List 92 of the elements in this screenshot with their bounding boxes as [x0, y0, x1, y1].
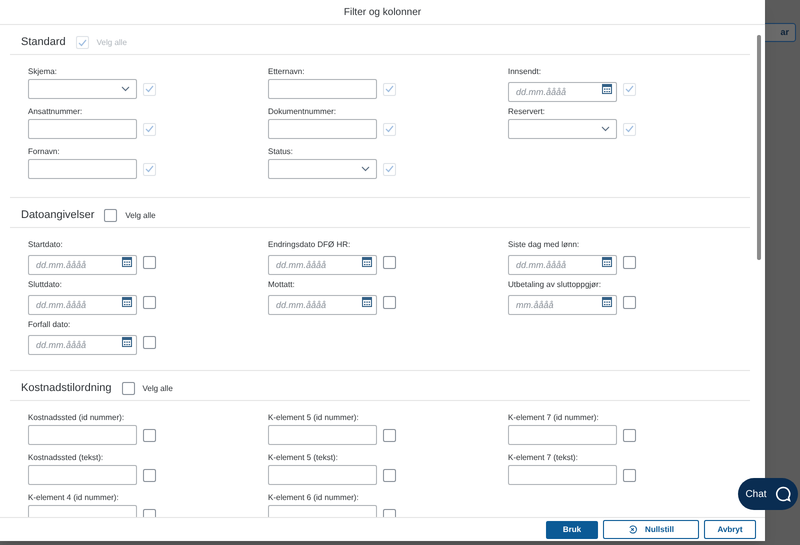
- field-label: Reservert:: [508, 107, 546, 118]
- calendar-icon[interactable]: [362, 297, 372, 307]
- calendar-icon[interactable]: [602, 84, 612, 94]
- chat-button[interactable]: Chat: [738, 478, 798, 510]
- check-icon: [145, 85, 154, 93]
- calendar-icon[interactable]: [362, 257, 372, 267]
- checkbox[interactable]: [104, 209, 118, 222]
- field-label: Innsendt:: [508, 67, 542, 78]
- dialog-title: Filter og kolonner: [344, 6, 422, 20]
- check-icon: [385, 125, 394, 133]
- input-field[interactable]: [268, 465, 377, 485]
- field-label: K-element 4 (id nummer):: [28, 493, 120, 504]
- checkbox[interactable]: [383, 256, 396, 268]
- calendar-icon[interactable]: [122, 297, 132, 307]
- cancel-button[interactable]: Avbryt: [704, 520, 756, 539]
- field-label: Kostnadssted (id nummer):: [28, 413, 126, 424]
- checkbox[interactable]: [143, 256, 156, 268]
- check-icon: [625, 125, 634, 133]
- input-field[interactable]: [268, 425, 377, 445]
- date-field[interactable]: dd.mm.åååå: [268, 295, 377, 315]
- check-icon: [385, 85, 394, 93]
- input-field[interactable]: [268, 119, 377, 139]
- checkbox[interactable]: [143, 336, 156, 348]
- check-icon: [625, 85, 634, 93]
- dropdown[interactable]: [28, 79, 137, 99]
- field-label: Siste dag med lønn:: [508, 240, 580, 251]
- check-icon: [145, 165, 154, 173]
- checkbox[interactable]: [143, 468, 156, 482]
- select-all-label: Velg alle: [142, 382, 173, 394]
- checkbox[interactable]: [383, 296, 396, 308]
- dropdown[interactable]: [268, 159, 377, 179]
- chevron-down-icon: [121, 86, 130, 92]
- date-field[interactable]: dd.mm.åååå: [508, 255, 617, 275]
- section-title: Datoangivelser: [21, 208, 94, 224]
- input-field[interactable]: [28, 159, 137, 179]
- dropdown[interactable]: [508, 119, 617, 139]
- field-label: Sluttdato:: [28, 280, 63, 291]
- chevron-down-icon: [361, 166, 370, 172]
- field-label: Etternavn:: [268, 67, 306, 78]
- reset-icon: [628, 525, 638, 534]
- check-icon: [78, 38, 87, 46]
- check-icon: [385, 165, 394, 173]
- checkbox[interactable]: [143, 428, 156, 442]
- date-field[interactable]: dd.mm.åååå: [28, 335, 137, 355]
- checkbox[interactable]: [623, 256, 636, 268]
- input-field[interactable]: [508, 425, 617, 445]
- input-field[interactable]: [28, 119, 137, 139]
- field-label: Skjema:: [28, 67, 58, 78]
- date-field[interactable]: dd.mm.åååå: [28, 295, 137, 315]
- calendar-icon[interactable]: [122, 337, 132, 347]
- input-field[interactable]: [28, 425, 137, 445]
- field-label: Status:: [268, 147, 294, 158]
- reset-button[interactable]: Nullstill: [603, 520, 699, 539]
- date-field[interactable]: mm.åååå: [508, 295, 617, 315]
- field-label: Fornavn:: [28, 147, 61, 158]
- field-label: Ansattnummer:: [28, 107, 84, 118]
- calendar-icon[interactable]: [122, 257, 132, 267]
- field-label: K-element 6 (id nummer):: [268, 493, 360, 504]
- field-label: Kostnadssted (tekst):: [28, 453, 104, 464]
- apply-button[interactable]: Bruk: [546, 520, 598, 538]
- calendar-icon[interactable]: [602, 257, 612, 267]
- checkbox[interactable]: [623, 296, 636, 308]
- section-title: Standard: [21, 35, 66, 50]
- checkbox[interactable]: [122, 382, 135, 395]
- field-label: Utbetaling av sluttoppgjør:: [508, 280, 602, 291]
- calendar-icon[interactable]: [602, 297, 612, 307]
- field-label: K-element 7 (id nummer):: [508, 413, 600, 424]
- checkbox[interactable]: [383, 428, 396, 442]
- select-all-label: Velg alle: [125, 210, 156, 222]
- field-label: K-element 5 (id nummer):: [268, 413, 360, 424]
- field-label: Startdato:: [28, 240, 64, 251]
- section-title: Kostnadstilordning: [21, 381, 112, 396]
- check-icon: [145, 125, 154, 133]
- chevron-down-icon: [601, 126, 610, 132]
- date-field[interactable]: dd.mm.åååå: [28, 255, 137, 275]
- input-field[interactable]: [268, 79, 377, 99]
- scrollbar-thumb[interactable]: [757, 35, 761, 260]
- checkbox[interactable]: [143, 296, 156, 308]
- input-field[interactable]: [28, 465, 137, 485]
- checkbox[interactable]: [383, 468, 396, 482]
- field-label: Endringsdato DFØ HR:: [268, 240, 352, 251]
- field-label: Dokumentnummer:: [268, 107, 338, 118]
- checkbox[interactable]: [623, 468, 636, 482]
- input-field[interactable]: [508, 465, 617, 485]
- field-label: Forfall dato:: [28, 320, 72, 331]
- select-all-label: Velg alle: [96, 36, 127, 48]
- field-label: K-element 5 (tekst):: [268, 453, 339, 464]
- date-field[interactable]: dd.mm.åååå: [268, 255, 377, 275]
- speech-bubble-icon: [774, 486, 791, 502]
- field-label: Mottatt:: [268, 280, 296, 291]
- checkbox[interactable]: [623, 428, 636, 442]
- field-label: K-element 7 (tekst):: [508, 453, 579, 464]
